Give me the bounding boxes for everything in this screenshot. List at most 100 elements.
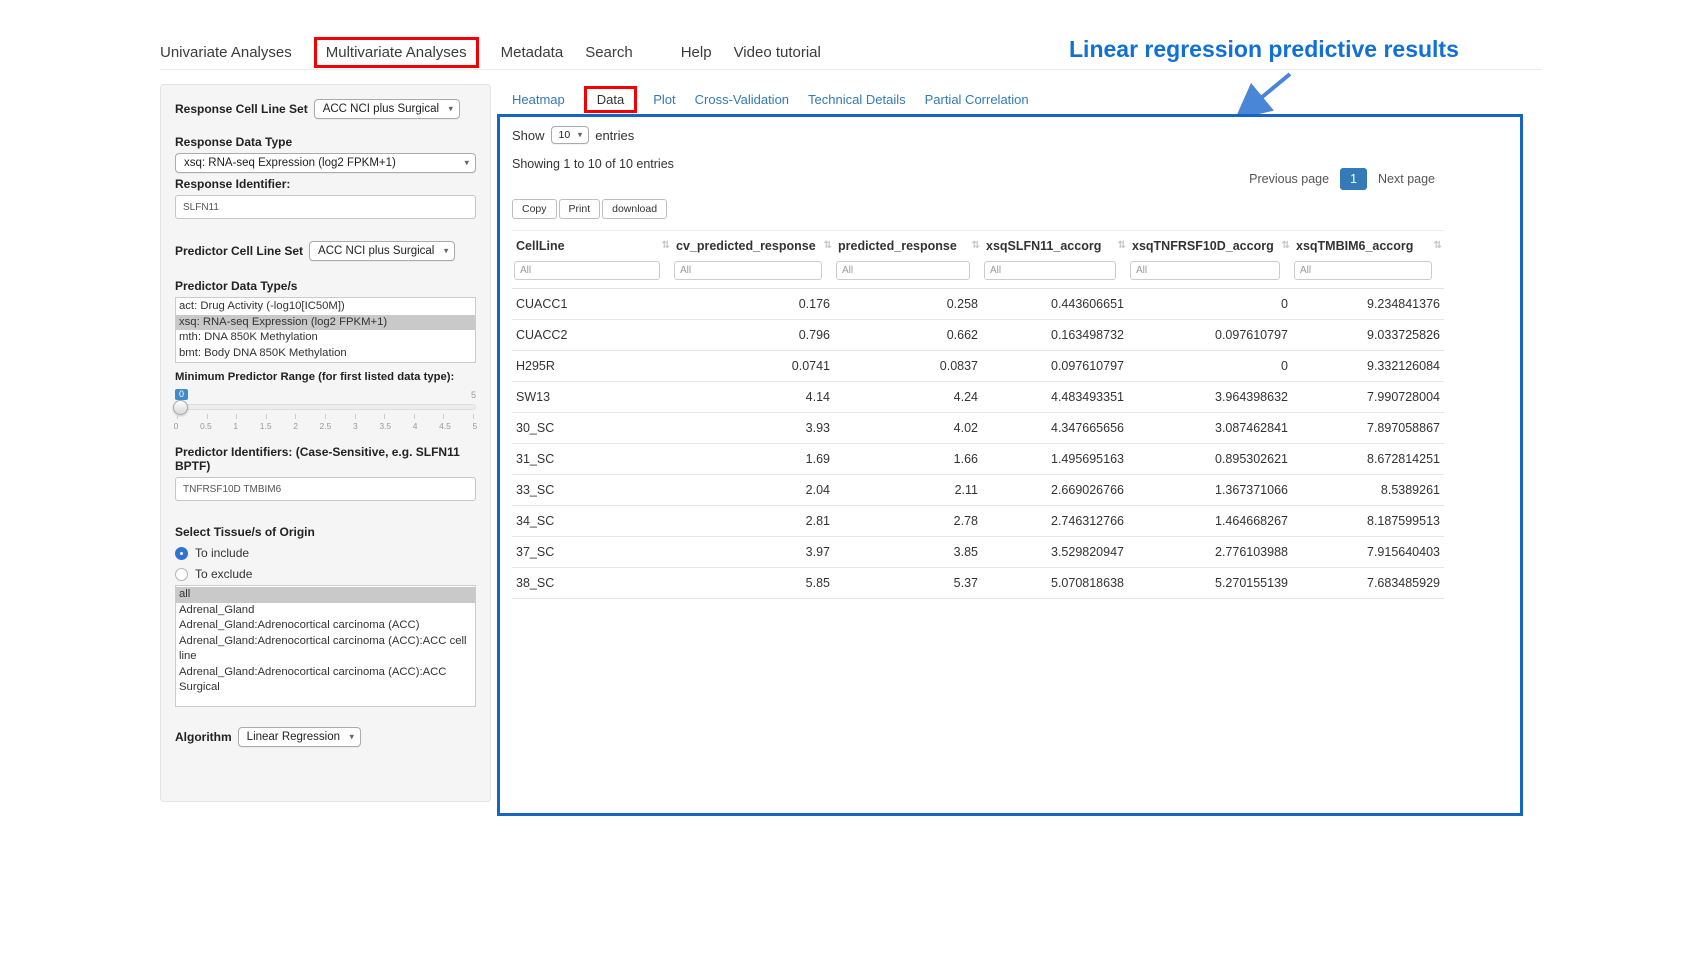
- predictor-data-type-list[interactable]: act: Drug Activity (-log10[IC50M])xsq: R…: [175, 297, 476, 363]
- cell-value: 7.990728004: [1292, 382, 1444, 413]
- tissue-option-3[interactable]: Adrenal_Gland:Adrenocortical carcinoma (…: [176, 634, 475, 665]
- column-header-cv-predicted-response[interactable]: cv_predicted_response⇅: [672, 231, 834, 260]
- filter-cell: [672, 259, 834, 289]
- algorithm-label: Algorithm: [175, 730, 232, 744]
- page-1-button[interactable]: 1: [1340, 168, 1367, 190]
- nav-item-video-tutorial[interactable]: Video tutorial: [734, 44, 821, 61]
- tab-data[interactable]: Data: [584, 86, 637, 113]
- cell-value: 3.93: [672, 413, 834, 444]
- results-panel-inner: Show 10 ▾ entries Showing 1 to 10 of 10 …: [512, 126, 1444, 599]
- cell-value: 0.163498732: [982, 320, 1128, 351]
- cell-value: 9.033725826: [1292, 320, 1444, 351]
- response-identifier-input[interactable]: [175, 195, 476, 219]
- column-header-xsqtmbim6-accorg[interactable]: xsqTMBIM6_accorg⇅: [1292, 231, 1444, 260]
- slider-handle[interactable]: [173, 400, 188, 415]
- slider-track[interactable]: [175, 404, 476, 410]
- previous-page-button[interactable]: Previous page: [1240, 168, 1338, 190]
- tissue-option-4[interactable]: Adrenal_Gland:Adrenocortical carcinoma (…: [176, 665, 475, 696]
- predictor-type-option-bmt[interactable]: bmt: Body DNA 850K Methylation: [176, 346, 475, 362]
- column-label: predicted_response: [838, 239, 957, 253]
- filter-input-cv-predicted-response[interactable]: [674, 261, 822, 280]
- cell-value: 2.04: [672, 475, 834, 506]
- slider-tick-label: 0: [166, 421, 186, 431]
- cell-value: 2.669026766: [982, 475, 1128, 506]
- sort-icon[interactable]: ⇅: [824, 240, 832, 251]
- download-button[interactable]: download: [602, 199, 667, 219]
- predictor-identifiers-label: Predictor Identifiers: (Case-Sensitive, …: [175, 445, 476, 473]
- slider-grid-mark: [266, 414, 267, 419]
- predictor-identifiers-input[interactable]: [175, 477, 476, 501]
- predictor-type-option-act[interactable]: act: Drug Activity (-log10[IC50M]): [176, 299, 475, 315]
- cell-line: 33_SC: [512, 475, 672, 506]
- min-predictor-range-slider[interactable]: 0 5 00.511.522.533.544.55: [175, 389, 476, 437]
- filter-input-predicted-response[interactable]: [836, 261, 970, 280]
- page-length-select[interactable]: 10 ▾: [551, 126, 590, 144]
- copy-button[interactable]: Copy: [512, 199, 557, 219]
- table-row: 30_SC3.934.024.3476656563.0874628417.897…: [512, 413, 1444, 444]
- sidebar-form: Response Cell Line Set ACC NCI plus Surg…: [160, 84, 491, 802]
- filter-input-xsqtnfrsf10d-accorg[interactable]: [1130, 261, 1280, 280]
- slider-grid-mark: [473, 414, 474, 419]
- filter-input-xsqslfn11-accorg[interactable]: [984, 261, 1116, 280]
- column-header-cellline[interactable]: CellLine⇅: [512, 231, 672, 260]
- cell-value: 0.258: [834, 289, 982, 320]
- slider-max-label: 5: [471, 390, 476, 400]
- sort-icon[interactable]: ⇅: [1434, 240, 1442, 251]
- cell-value: 0.662: [834, 320, 982, 351]
- response-cell-line-set-select[interactable]: ACC NCI plus Surgical ▾: [314, 99, 460, 119]
- cell-value: 2.11: [834, 475, 982, 506]
- sort-icon[interactable]: ⇅: [972, 240, 980, 251]
- nav-item-search[interactable]: Search: [585, 44, 633, 61]
- tab-heatmap[interactable]: Heatmap: [512, 92, 565, 107]
- tissue-list[interactable]: allAdrenal_GlandAdrenal_Gland:Adrenocort…: [175, 585, 476, 707]
- nav-item-metadata[interactable]: Metadata: [501, 44, 564, 61]
- radio-option-to-exclude[interactable]: To exclude: [175, 567, 476, 581]
- table-info: Showing 1 to 10 of 10 entries: [512, 157, 674, 171]
- response-data-type-label: Response Data Type: [175, 135, 476, 149]
- chevron-down-icon: ▾: [578, 129, 583, 140]
- cell-value: 4.24: [834, 382, 982, 413]
- selected-value: xsq: RNA-seq Expression (log2 FPKM+1): [184, 157, 455, 169]
- results-tabs: Heatmap Data Plot Cross-Validation Technical…: [512, 84, 1048, 114]
- next-page-button[interactable]: Next page: [1369, 168, 1444, 190]
- algorithm-select[interactable]: Linear Regression ▾: [238, 727, 361, 747]
- sort-icon[interactable]: ⇅: [662, 240, 670, 251]
- tab-partial-correlation[interactable]: Partial Correlation: [925, 92, 1029, 107]
- nav-item-help[interactable]: Help: [681, 44, 712, 61]
- slider-tick-label: 3.5: [375, 421, 395, 431]
- cell-value: 1.69: [672, 444, 834, 475]
- tab-technical-details[interactable]: Technical Details: [808, 92, 906, 107]
- sort-icon[interactable]: ⇅: [1118, 240, 1126, 251]
- slider-tick-label: 5: [465, 421, 485, 431]
- print-button[interactable]: Print: [559, 199, 601, 219]
- column-header-xsqtnfrsf10d-accorg[interactable]: xsqTNFRSF10D_accorg⇅: [1128, 231, 1292, 260]
- tab-plot[interactable]: Plot: [653, 92, 675, 107]
- radio-option-to-include[interactable]: To include: [175, 546, 476, 560]
- column-header-predicted-response[interactable]: predicted_response ⇅: [834, 231, 982, 260]
- tissue-option-1[interactable]: Adrenal_Gland: [176, 603, 475, 619]
- filter-input-xsqtmbim6-accorg[interactable]: [1294, 261, 1432, 280]
- column-header-xsqslfn11-accorg[interactable]: xsqSLFN11_accorg ⇅: [982, 231, 1128, 260]
- response-data-type-select[interactable]: xsq: RNA-seq Expression (log2 FPKM+1) ▾: [175, 153, 476, 173]
- predictor-cell-line-set-select[interactable]: ACC NCI plus Surgical ▾: [309, 241, 455, 261]
- tab-cross-validation[interactable]: Cross-Validation: [695, 92, 789, 107]
- filter-input-cellline[interactable]: [514, 261, 660, 280]
- column-label: xsqSLFN11_accorg: [986, 239, 1101, 253]
- table-row: SW134.144.244.4834933513.9643986327.9907…: [512, 382, 1444, 413]
- cell-value: 4.483493351: [982, 382, 1128, 413]
- slider-grid-mark: [414, 414, 415, 419]
- nav-item-univariate-analyses[interactable]: Univariate Analyses: [160, 44, 292, 61]
- tissue-option-0[interactable]: all: [176, 587, 475, 603]
- radio-icon: [175, 568, 188, 581]
- cell-value: 5.070818638: [982, 568, 1128, 599]
- predictor-type-option-xsq[interactable]: xsq: RNA-seq Expression (log2 FPKM+1): [176, 315, 475, 331]
- sort-icon[interactable]: ⇅: [1282, 240, 1290, 251]
- slider-grid-mark: [236, 414, 237, 419]
- selected-value: ACC NCI plus Surgical: [318, 245, 434, 257]
- nav-item-multivariate-analyses[interactable]: Multivariate Analyses: [314, 37, 479, 68]
- predictor-type-option-mth[interactable]: mth: DNA 850K Methylation: [176, 330, 475, 346]
- tissue-option-2[interactable]: Adrenal_Gland:Adrenocortical carcinoma (…: [176, 618, 475, 634]
- cell-value: 1.66: [834, 444, 982, 475]
- cell-value: 3.529820947: [982, 537, 1128, 568]
- radio-icon: [175, 547, 188, 560]
